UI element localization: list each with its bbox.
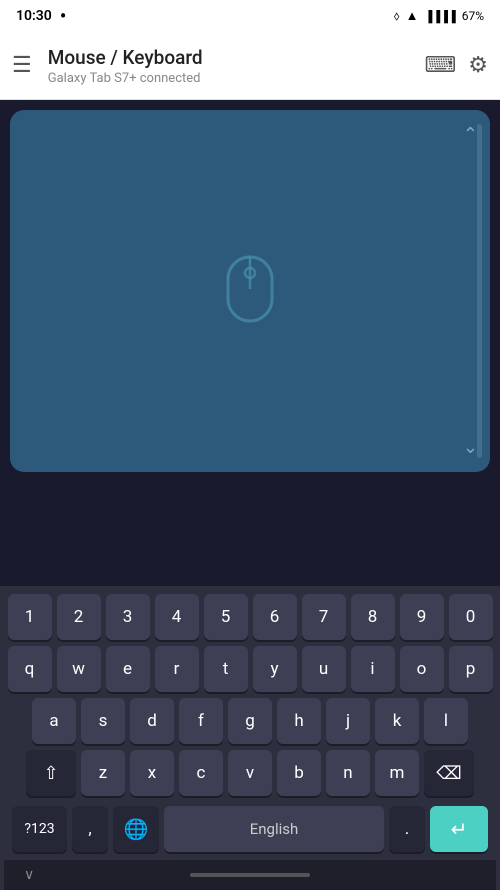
key-h[interactable]: h	[277, 698, 321, 744]
key-8[interactable]: 8	[351, 594, 395, 640]
key-4[interactable]: 4	[155, 594, 199, 640]
menu-button[interactable]: ☰	[12, 53, 32, 78]
key-p[interactable]: p	[449, 646, 493, 692]
zxcv-row: ⇧ z x c v b n m ⌫	[4, 750, 496, 796]
handle-bar	[190, 873, 310, 877]
key-a[interactable]: a	[32, 698, 76, 744]
key-9[interactable]: 9	[400, 594, 444, 640]
key-5[interactable]: 5	[204, 594, 248, 640]
key-6[interactable]: 6	[253, 594, 297, 640]
scroll-track	[477, 124, 482, 458]
key-s[interactable]: s	[81, 698, 125, 744]
key-7[interactable]: 7	[302, 594, 346, 640]
globe-key[interactable]: 🌐	[113, 806, 159, 852]
backspace-key[interactable]: ⌫	[424, 750, 474, 796]
collapse-arrow[interactable]: ∨	[24, 867, 34, 883]
wifi-icon: ▲	[406, 8, 419, 24]
key-y[interactable]: y	[253, 646, 297, 692]
app-bar-actions: ⌨ ⚙	[425, 53, 489, 78]
key-m[interactable]: m	[375, 750, 419, 796]
keyboard-handle[interactable]: ∨	[4, 860, 496, 890]
key-v[interactable]: v	[228, 750, 272, 796]
mouse-cursor-icon	[224, 253, 276, 329]
key-f[interactable]: f	[179, 698, 223, 744]
key-2[interactable]: 2	[57, 594, 101, 640]
key-d[interactable]: d	[130, 698, 174, 744]
bottom-row: ?123 , 🌐 English . ↵	[4, 802, 496, 860]
enter-icon: ↵	[451, 817, 468, 841]
status-time: 10:30	[16, 8, 52, 24]
status-icons: ⬨ ▲ ▐▐▐▐ 67%	[394, 8, 484, 24]
asdf-row: a s d f g h j k l	[4, 698, 496, 744]
key-c[interactable]: c	[179, 750, 223, 796]
shift-key[interactable]: ⇧	[26, 750, 76, 796]
enter-key[interactable]: ↵	[430, 806, 488, 852]
number-row: 1 2 3 4 5 6 7 8 9 0	[4, 594, 496, 640]
key-l[interactable]: l	[424, 698, 468, 744]
key-z[interactable]: z	[81, 750, 125, 796]
key-b[interactable]: b	[277, 750, 321, 796]
status-dot: •	[60, 6, 66, 27]
settings-icon[interactable]: ⚙	[468, 53, 488, 78]
key-w[interactable]: w	[57, 646, 101, 692]
key-i[interactable]: i	[351, 646, 395, 692]
app-subtitle: Galaxy Tab S7+ connected	[48, 71, 425, 86]
bluetooth-icon: ⬨	[394, 9, 400, 24]
battery-icon: 67%	[462, 9, 484, 23]
scroll-down-arrow[interactable]: ⌄	[463, 437, 478, 458]
touchpad-area[interactable]: ⌃ ⌄	[10, 110, 490, 472]
key-j[interactable]: j	[326, 698, 370, 744]
key-r[interactable]: r	[155, 646, 199, 692]
language-key[interactable]: English	[164, 806, 384, 852]
key-1[interactable]: 1	[8, 594, 52, 640]
key-3[interactable]: 3	[106, 594, 150, 640]
app-bar-title-area: Mouse / Keyboard Galaxy Tab S7+ connecte…	[48, 46, 425, 86]
period-key[interactable]: .	[389, 806, 425, 852]
key-u[interactable]: u	[302, 646, 346, 692]
key-x[interactable]: x	[130, 750, 174, 796]
key-t[interactable]: t	[204, 646, 248, 692]
key-0[interactable]: 0	[449, 594, 493, 640]
key-k[interactable]: k	[375, 698, 419, 744]
signal-icon: ▐▐▐▐	[425, 10, 456, 23]
keyboard-icon[interactable]: ⌨	[425, 53, 457, 78]
key-n[interactable]: n	[326, 750, 370, 796]
comma-key[interactable]: ,	[72, 806, 108, 852]
key-q[interactable]: q	[8, 646, 52, 692]
scroll-up-arrow[interactable]: ⌃	[463, 124, 478, 145]
status-bar: 10:30 • ⬨ ▲ ▐▐▐▐ 67%	[0, 0, 500, 32]
keyboard-area: 1 2 3 4 5 6 7 8 9 0 q w e r t y u i o p …	[0, 586, 500, 890]
key-e[interactable]: e	[106, 646, 150, 692]
key-o[interactable]: o	[400, 646, 444, 692]
status-time-area: 10:30 •	[16, 6, 66, 27]
numbers-toggle-key[interactable]: ?123	[12, 806, 67, 852]
qwerty-row: q w e r t y u i o p	[4, 646, 496, 692]
key-g[interactable]: g	[228, 698, 272, 744]
app-title: Mouse / Keyboard	[48, 46, 425, 69]
app-bar: ☰ Mouse / Keyboard Galaxy Tab S7+ connec…	[0, 32, 500, 100]
